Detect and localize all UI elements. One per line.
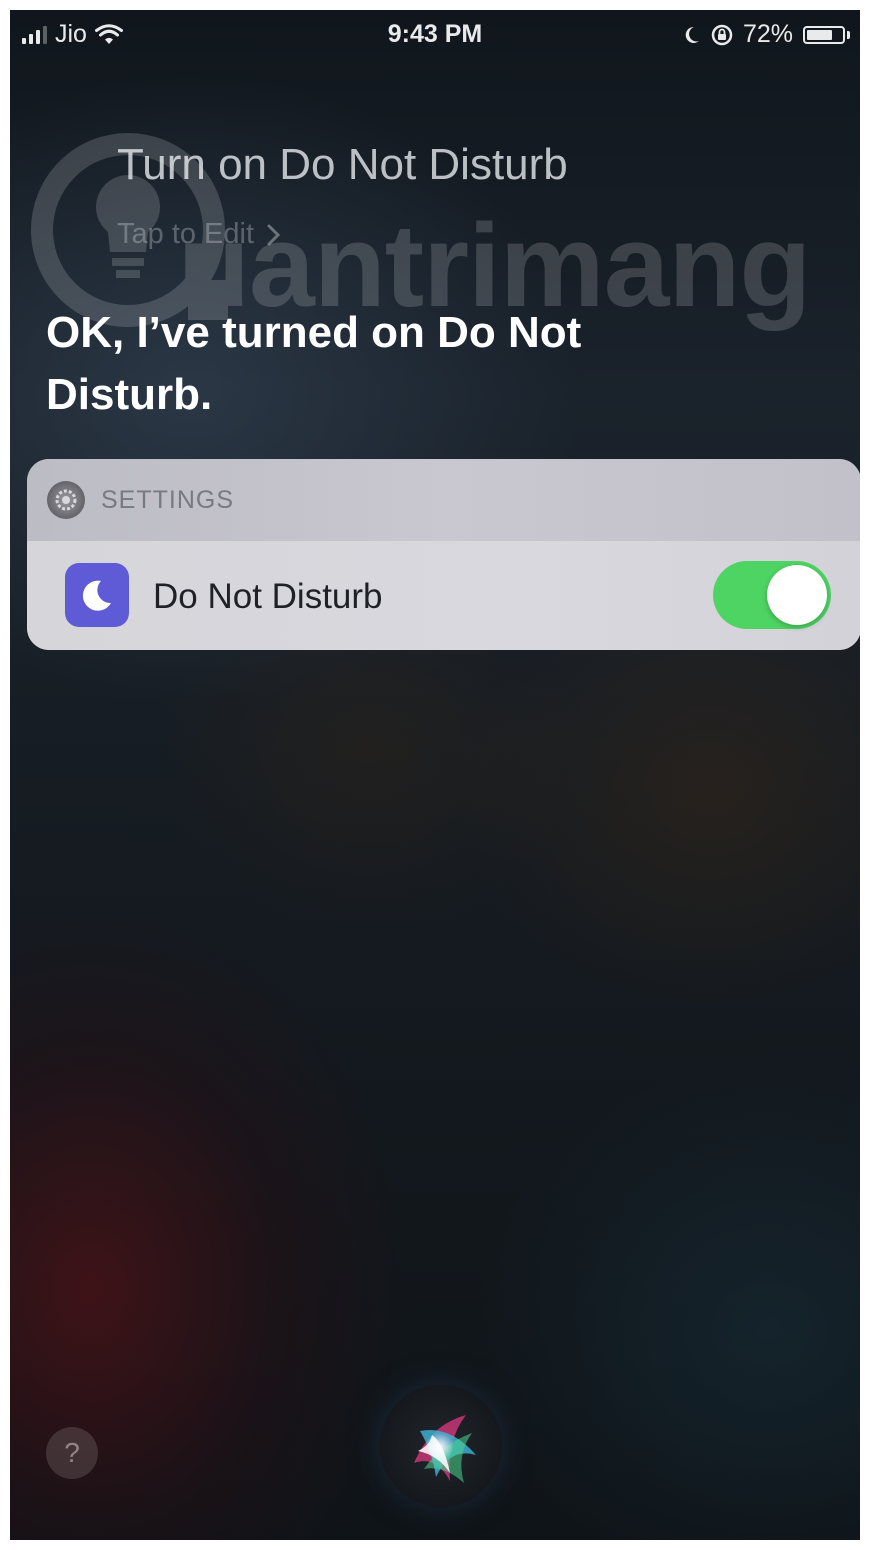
dnd-label: Do Not Disturb	[153, 577, 383, 616]
moon-icon	[65, 563, 129, 627]
battery-level	[807, 29, 832, 40]
siri-button[interactable]	[380, 1385, 502, 1507]
siri-query[interactable]: Turn on Do Not Disturb	[117, 140, 568, 190]
battery-icon	[803, 25, 845, 44]
siri-response: OK, I’ve turned on Do Not Disturb.	[46, 308, 582, 419]
tap-to-edit[interactable]: Tap to Edit	[117, 218, 282, 251]
dnd-toggle[interactable]	[713, 561, 831, 629]
settings-gear-icon	[47, 481, 85, 519]
card-app-name: SETTINGS	[101, 485, 235, 514]
help-button[interactable]: ?	[46, 1427, 98, 1479]
siri-screen: Jio 9:43 PM 72% uantrimang Turn on Do No…	[10, 10, 860, 1540]
status-bar: Jio 9:43 PM 72%	[10, 10, 860, 60]
dnd-row[interactable]: Do Not Disturb	[27, 541, 860, 650]
card-header: SETTINGS	[27, 459, 860, 541]
siri-orb-icon	[414, 1415, 476, 1483]
tap-to-edit-label: Tap to Edit	[117, 218, 255, 250]
chevron-right-icon	[267, 224, 281, 245]
settings-card[interactable]: SETTINGS Do Not Disturb	[27, 459, 860, 650]
orientation-lock-icon	[711, 24, 733, 45]
status-right: 72%	[683, 20, 850, 49]
toggle-knob	[767, 565, 827, 625]
battery-percent: 72%	[742, 20, 793, 48]
moon-icon	[685, 26, 699, 43]
battery-nub	[847, 30, 850, 39]
